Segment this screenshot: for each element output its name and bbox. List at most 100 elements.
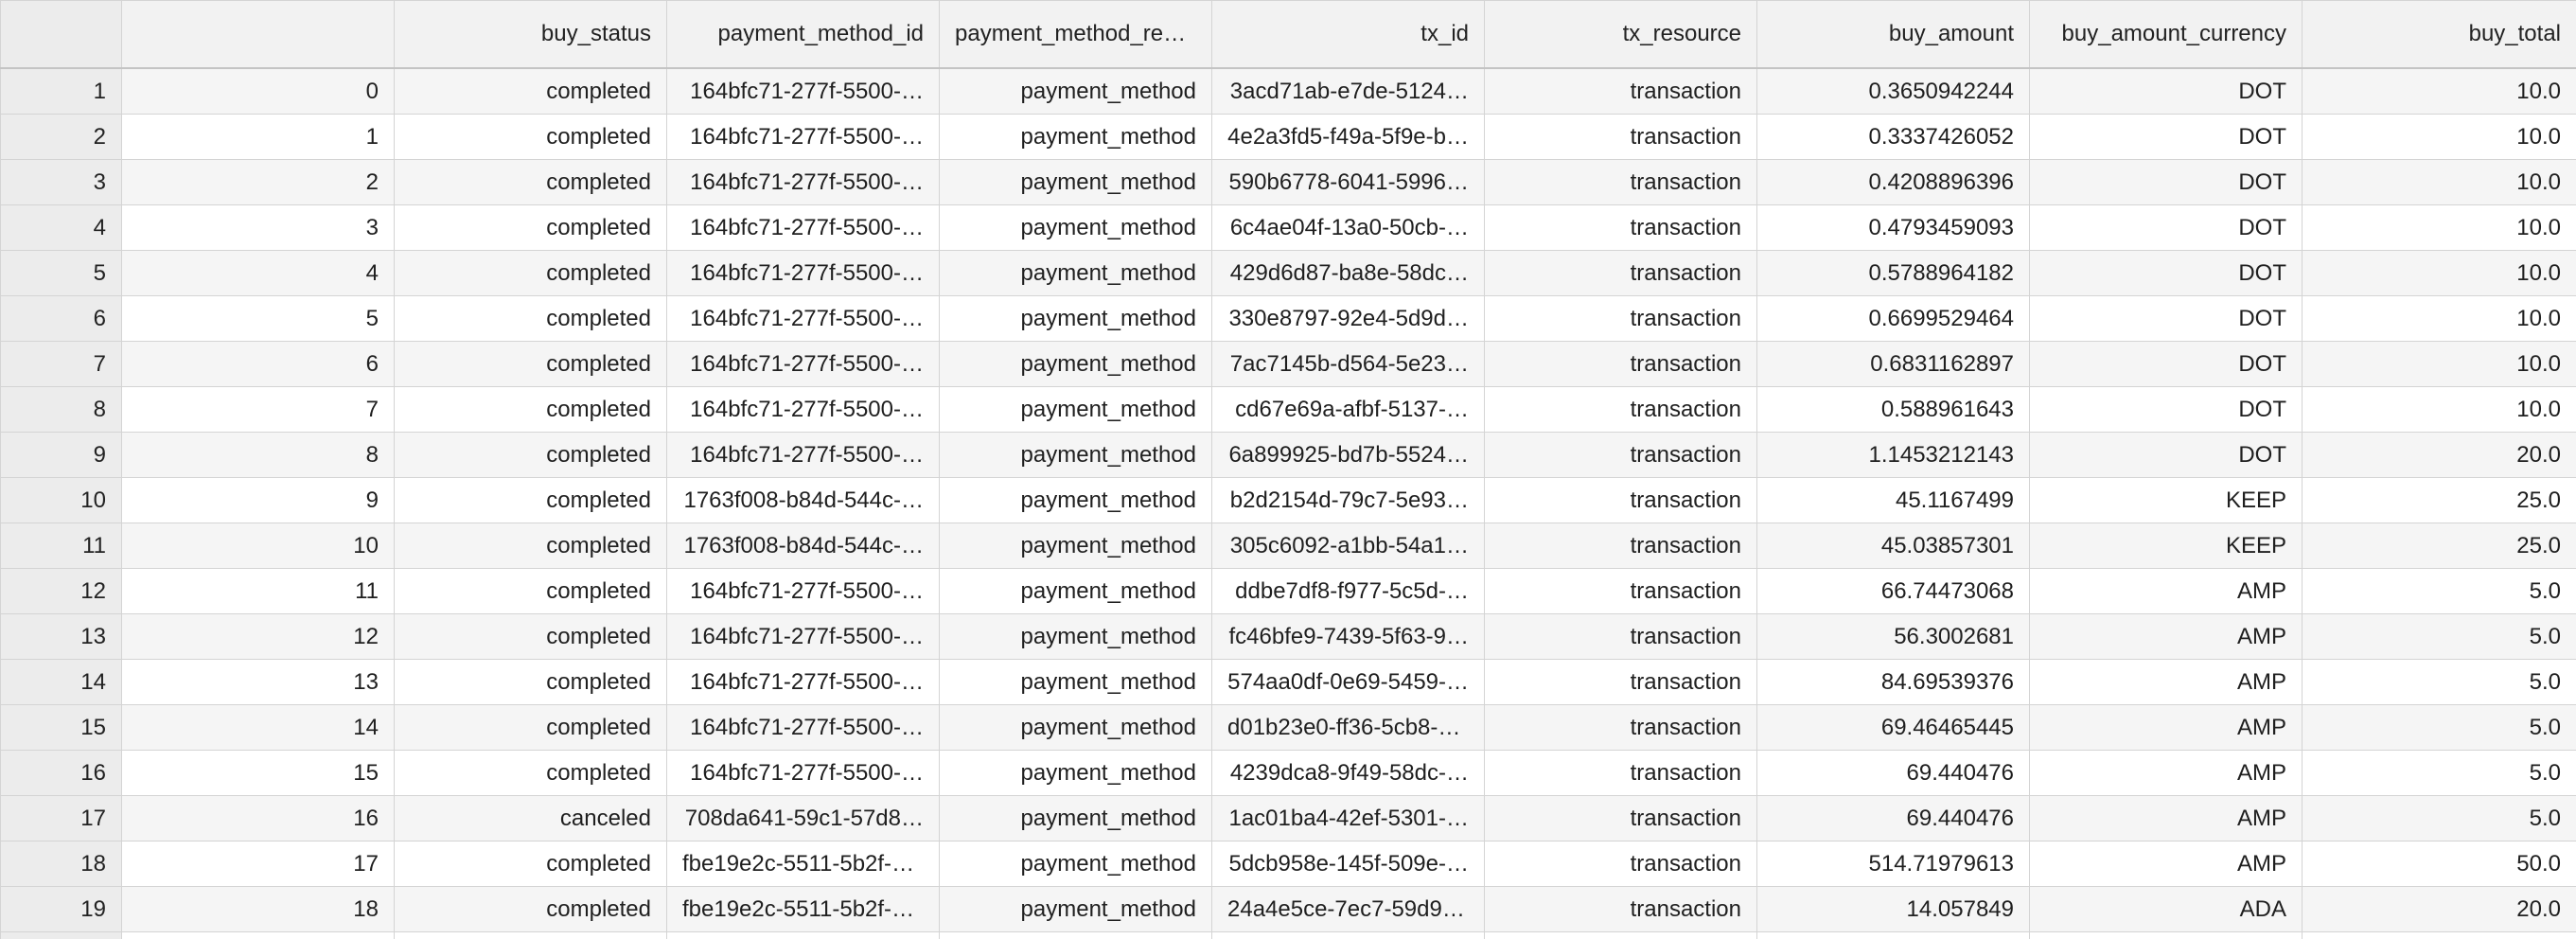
row-number-cell[interactable]: 7 [0, 341, 122, 387]
buy-total-cell[interactable]: 5.0 [2302, 613, 2576, 660]
buy-amount-cell[interactable]: 45.03857301 [1756, 523, 2030, 569]
tx-id-cell[interactable]: 6a899925-bd7b-5524… [1211, 432, 1485, 478]
tx-resource-cell[interactable]: transaction [1484, 523, 1757, 569]
table-row[interactable]: 5 4 completed 164bfc71-277f-5500-… payment_m… [0, 250, 2576, 296]
payment-method-resource-cell[interactable]: payment_method [939, 523, 1212, 569]
row-number-cell[interactable]: 4 [0, 204, 122, 251]
tx-id-cell[interactable]: 574aa0df-0e69-5459-… [1211, 659, 1485, 705]
buy-amount-currency-cell[interactable]: AMP [2029, 841, 2303, 887]
tx-id-cell[interactable]: 24a4e5ce-7ec7-59d9-… [1211, 886, 1485, 932]
buy-total-cell[interactable]: 20.0 [2302, 432, 2576, 478]
payment-method-resource-cell[interactable]: payment_method [939, 704, 1212, 751]
tx-resource-cell[interactable]: transaction [1484, 750, 1757, 796]
buy-total-cell[interactable]: 25.0 [2302, 523, 2576, 569]
buy-total-cell[interactable]: 5.0 [2302, 568, 2576, 614]
buy-total-cell[interactable]: 25.0 [2302, 477, 2576, 523]
buy-amount-currency-cell[interactable]: DOT [2029, 386, 2303, 433]
index-cell[interactable]: 9 [121, 477, 395, 523]
buy-status-cell[interactable]: completed [394, 159, 667, 205]
row-number-cell[interactable]: 12 [0, 568, 122, 614]
buy-total-cell[interactable]: 10.0 [2302, 159, 2576, 205]
index-cell[interactable]: 6 [121, 341, 395, 387]
buy-status-cell[interactable]: completed [394, 432, 667, 478]
tx-id-cell[interactable]: 5dcb958e-145f-509e-… [1211, 841, 1485, 887]
column-header-index[interactable] [121, 0, 395, 69]
buy-amount-currency-cell[interactable]: DOT [2029, 159, 2303, 205]
payment-method-id-cell[interactable]: fbe19e2c-5511-5b2f-a… [666, 886, 940, 932]
index-cell[interactable]: 2 [121, 159, 395, 205]
tx-id-cell[interactable]: fc46bfe9-7439-5f63-9… [1211, 613, 1485, 660]
tx-resource-cell[interactable]: transaction [1484, 341, 1757, 387]
buy-total-cell[interactable]: 5.0 [2302, 659, 2576, 705]
table-row[interactable]: 6 5 completed 164bfc71-277f-5500-… payment_m… [0, 295, 2576, 342]
buy-status-cell[interactable]: completed [394, 750, 667, 796]
row-number-cell[interactable]: 1 [0, 67, 122, 115]
corner-header-cell[interactable] [0, 0, 122, 69]
table-row[interactable]: 12 11 completed 164bfc71-277f-5500-… payment… [0, 568, 2576, 614]
buy-status-cell[interactable]: completed [394, 841, 667, 887]
row-number-cell[interactable]: 6 [0, 295, 122, 342]
payment-method-resource-cell[interactable]: payment_method [939, 114, 1212, 160]
buy-amount-cell[interactable]: 0.3337426052 [1756, 114, 2030, 160]
column-header-buy-amount[interactable]: buy_amount [1756, 0, 2030, 69]
row-number-cell[interactable]: 15 [0, 704, 122, 751]
table-row[interactable]: 16 15 completed 164bfc71-277f-5500-… payment… [0, 750, 2576, 796]
tx-resource-cell[interactable]: transaction [1484, 659, 1757, 705]
column-header-tx-resource[interactable]: tx_resource [1484, 0, 1757, 69]
buy-total-cell[interactable]: 20.0 [2302, 886, 2576, 932]
column-header-payment-method-resource[interactable]: payment_method_res… [939, 0, 1212, 69]
payment-method-resource-cell[interactable] [939, 931, 1212, 939]
payment-method-resource-cell[interactable]: payment_method [939, 386, 1212, 433]
buy-amount-cell[interactable] [1756, 931, 2030, 939]
index-cell[interactable]: 14 [121, 704, 395, 751]
tx-resource-cell[interactable]: transaction [1484, 159, 1757, 205]
index-cell[interactable]: 13 [121, 659, 395, 705]
payment-method-resource-cell[interactable]: payment_method [939, 568, 1212, 614]
tx-resource-cell[interactable]: transaction [1484, 114, 1757, 160]
buy-amount-currency-cell[interactable] [2029, 931, 2303, 939]
payment-method-resource-cell[interactable]: payment_method [939, 250, 1212, 296]
buy-amount-cell[interactable]: 0.6699529464 [1756, 295, 2030, 342]
payment-method-id-cell[interactable]: 164bfc71-277f-5500-… [666, 204, 940, 251]
table-row[interactable]: 17 16 canceled 708da641-59c1-57d8… payment_m… [0, 795, 2576, 842]
tx-id-cell[interactable]: d01b23e0-ff36-5cb8-a… [1211, 704, 1485, 751]
payment-method-id-cell[interactable]: 708da641-59c1-57d8… [666, 795, 940, 842]
payment-method-id-cell[interactable]: 164bfc71-277f-5500-… [666, 386, 940, 433]
row-number-cell[interactable]: 8 [0, 386, 122, 433]
buy-amount-currency-cell[interactable]: DOT [2029, 250, 2303, 296]
buy-amount-currency-cell[interactable]: AMP [2029, 659, 2303, 705]
tx-id-cell[interactable] [1211, 931, 1485, 939]
tx-id-cell[interactable]: ddbe7df8-f977-5c5d-… [1211, 568, 1485, 614]
buy-status-cell[interactable]: completed [394, 386, 667, 433]
payment-method-id-cell[interactable]: fbe19e2c-5511-5b2f-a… [666, 841, 940, 887]
table-row[interactable] [0, 931, 2576, 939]
table-row[interactable]: 18 17 completed fbe19e2c-5511-5b2f-a… paymen… [0, 841, 2576, 887]
tx-resource-cell[interactable]: transaction [1484, 613, 1757, 660]
row-number-cell[interactable]: 10 [0, 477, 122, 523]
buy-amount-currency-cell[interactable]: ADA [2029, 886, 2303, 932]
table-row[interactable]: 9 8 completed 164bfc71-277f-5500-… payment_m… [0, 432, 2576, 478]
buy-status-cell[interactable]: completed [394, 568, 667, 614]
payment-method-resource-cell[interactable]: payment_method [939, 841, 1212, 887]
table-row[interactable]: 4 3 completed 164bfc71-277f-5500-… payment_m… [0, 204, 2576, 251]
tx-id-cell[interactable]: 4239dca8-9f49-58dc-… [1211, 750, 1485, 796]
buy-amount-cell[interactable]: 69.440476 [1756, 750, 2030, 796]
table-row[interactable]: 10 9 completed 1763f008-b84d-544c-… payment_… [0, 477, 2576, 523]
payment-method-id-cell[interactable]: 1763f008-b84d-544c-… [666, 523, 940, 569]
tx-resource-cell[interactable]: transaction [1484, 67, 1757, 115]
row-number-cell[interactable]: 18 [0, 841, 122, 887]
buy-amount-cell[interactable]: 0.5788964182 [1756, 250, 2030, 296]
tx-resource-cell[interactable]: transaction [1484, 250, 1757, 296]
buy-amount-currency-cell[interactable]: DOT [2029, 114, 2303, 160]
buy-amount-cell[interactable]: 0.6831162897 [1756, 341, 2030, 387]
row-number-cell[interactable]: 19 [0, 886, 122, 932]
index-cell[interactable]: 7 [121, 386, 395, 433]
buy-amount-cell[interactable]: 514.71979613 [1756, 841, 2030, 887]
index-cell[interactable]: 18 [121, 886, 395, 932]
row-number-cell[interactable] [0, 931, 122, 939]
tx-resource-cell[interactable]: transaction [1484, 886, 1757, 932]
buy-amount-currency-cell[interactable]: KEEP [2029, 477, 2303, 523]
buy-amount-cell[interactable]: 69.440476 [1756, 795, 2030, 842]
column-header-buy-total[interactable]: buy_total [2302, 0, 2576, 69]
index-cell[interactable]: 12 [121, 613, 395, 660]
